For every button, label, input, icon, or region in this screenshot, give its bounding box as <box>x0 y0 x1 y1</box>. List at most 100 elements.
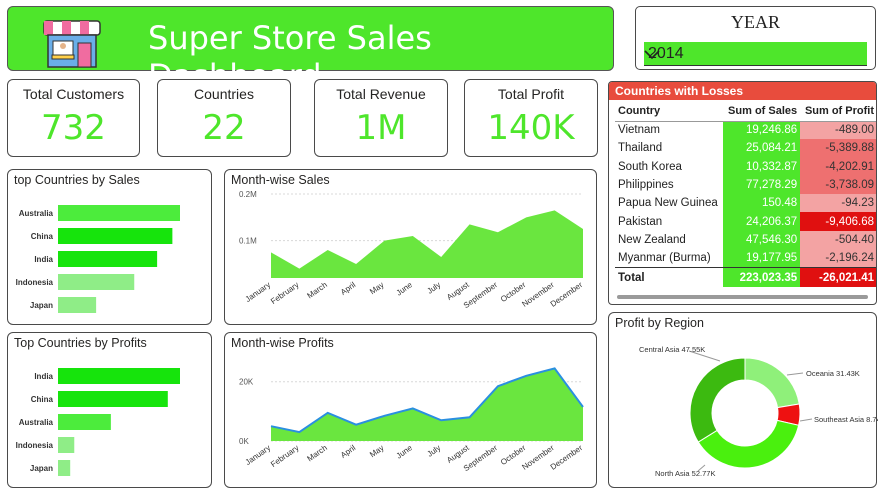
bar <box>58 437 75 453</box>
bar <box>58 368 180 384</box>
cell-profit: -9,406.68 <box>800 212 876 231</box>
bar <box>58 391 168 407</box>
bar-label: China <box>31 232 54 241</box>
x-tick-label: February <box>269 443 300 469</box>
top-countries-sales-card: top Countries by Sales Australia China Ind… <box>7 169 212 325</box>
kpi-label: Total Profit <box>497 86 565 102</box>
y-tick-label: 20K <box>239 378 254 387</box>
month-sales-card: Month-wise Sales 0.1M 0.2M January February… <box>224 169 597 325</box>
table-row[interactable]: Papua New Guinea 150.48 -94.23 <box>615 194 876 213</box>
table-row[interactable]: Pakistan 24,206.37 -9,406.68 <box>615 212 876 231</box>
bar <box>58 205 180 221</box>
x-tick-label: April <box>339 280 357 297</box>
x-tick-label: July <box>426 443 443 459</box>
bar-label: Australia <box>19 209 54 218</box>
y-tick-label: 0K <box>239 437 249 446</box>
cell-sales: 24,206.37 <box>723 212 801 231</box>
donut-label: North Asia 52.77K <box>655 469 715 478</box>
month-profits-card: Month-wise Profits 0K 20K January February M… <box>224 332 597 488</box>
area-fill <box>271 368 583 441</box>
kpi-value: 1M <box>355 108 407 148</box>
area-fill <box>271 210 583 278</box>
bar-label: China <box>31 395 54 404</box>
kpi-value: 140K <box>487 108 575 148</box>
x-tick-label: January <box>244 443 272 467</box>
bar <box>58 251 158 267</box>
cell-country: Myanmar (Burma) <box>618 251 711 264</box>
cell-country: Papua New Guinea <box>618 197 718 210</box>
header-banner: Super Store Sales Dashboard <box>7 6 614 95</box>
table-row[interactable]: South Korea 10,332.87 -4,202.91 <box>615 157 876 176</box>
cell-sales: 77,278.29 <box>723 175 801 195</box>
top-countries-profits-card: Top Countries by Profits India China Austr… <box>7 332 212 488</box>
bar-label: Japan <box>30 464 53 473</box>
cell-country: South Korea <box>618 160 682 173</box>
bar <box>58 228 173 244</box>
losses-table-title: Countries with Losses <box>609 82 876 100</box>
bar-label: India <box>34 372 53 381</box>
kpi-value: 732 <box>41 108 106 148</box>
x-tick-label: December <box>549 443 585 472</box>
bar-label: Indonesia <box>16 441 54 450</box>
column-header-sales[interactable]: Sum of Sales <box>723 102 801 122</box>
x-tick-label: June <box>395 443 415 461</box>
table-row[interactable]: Thailand 25,084.21 -5,389.88 <box>615 139 876 158</box>
cell-sales: 19,246.86 <box>723 121 801 140</box>
cell-country: Thailand <box>618 142 663 155</box>
x-tick-label: December <box>549 280 585 309</box>
bar <box>58 414 111 430</box>
cell-profit: -4,202.91 <box>800 157 876 176</box>
cell-profit: -489.00 <box>800 121 876 140</box>
column-header-profit[interactable]: Sum of Profit <box>800 102 876 122</box>
total-sales: 223,023.35 <box>723 267 801 288</box>
table-row[interactable]: Vietnam 19,246.86 -489.00 <box>615 121 876 140</box>
cell-sales: 150.48 <box>723 194 801 213</box>
cell-country: New Zealand <box>618 233 686 246</box>
x-tick-label: June <box>395 280 415 298</box>
losses-table: Country Sum of Sales Sum of Profit Vietn… <box>615 102 876 288</box>
cell-profit: -3,738.09 <box>800 175 876 195</box>
cell-country: Vietnam <box>618 124 660 137</box>
bar-label: India <box>34 255 53 264</box>
x-tick-label: May <box>368 443 386 459</box>
column-header-country[interactable]: Country <box>615 102 724 122</box>
bar <box>58 460 71 476</box>
kpi-countries: Countries 22 <box>157 79 291 157</box>
x-tick-label: April <box>339 443 357 460</box>
kpi-label: Total Customers <box>22 86 125 102</box>
year-slicer-label: YEAR <box>731 12 780 32</box>
total-profit: -26,021.41 <box>800 267 876 288</box>
donut-label: Southeast Asia 8.74K <box>814 415 878 424</box>
profit-region-chart: Oceania 31.43K Southeast Asia 8.74K North … <box>639 345 878 478</box>
x-tick-label: February <box>269 280 300 306</box>
x-tick-label: May <box>368 280 386 296</box>
table-row[interactable]: New Zealand 47,546.30 -504.40 <box>615 230 876 250</box>
kpi-total-revenue: Total Revenue 1M <box>314 79 448 157</box>
donut-slice <box>689 357 746 443</box>
cell-sales: 10,332.87 <box>723 157 801 176</box>
month-profits-chart: 0K 20K JanuaryFebruary March April May June Jul… <box>239 367 585 473</box>
donut-slice <box>744 357 800 409</box>
cell-profit: -504.40 <box>800 230 876 250</box>
year-dropdown[interactable]: 2014 <box>644 42 867 66</box>
table-row[interactable]: Myanmar (Burma) 19,177.95 -2,196.24 <box>615 249 876 268</box>
month-sales-chart: 0.1M 0.2M JanuaryFebruary March April May June… <box>239 190 585 310</box>
cell-sales: 25,084.21 <box>723 139 801 158</box>
profit-region-card: Profit by Region Oceania 31.43K Southeast… <box>608 312 878 488</box>
cell-country: Philippines <box>618 179 674 192</box>
x-tick-label: July <box>426 280 443 296</box>
top-countries-profits-chart: India China Australia Indonesia Japan <box>16 368 180 476</box>
x-tick-label: March <box>305 280 328 300</box>
table-row[interactable]: Philippines 77,278.29 -3,738.09 <box>615 175 876 195</box>
cell-profit: -5,389.88 <box>800 139 876 158</box>
cell-country: Pakistan <box>618 215 663 228</box>
leader-line <box>799 418 813 422</box>
year-slicer: YEAR 2014 <box>635 6 876 70</box>
cell-profit: -2,196.24 <box>800 249 876 268</box>
bar-label: Japan <box>30 301 53 310</box>
x-tick-label: March <box>305 443 328 463</box>
kpi-label: Countries <box>194 86 254 102</box>
losses-table-card: Countries with Losses Country Sum of Sal… <box>608 81 877 305</box>
horizontal-scrollbar[interactable] <box>617 295 868 299</box>
top-countries-sales-chart: Australia China India Indonesia Japan <box>16 205 180 313</box>
